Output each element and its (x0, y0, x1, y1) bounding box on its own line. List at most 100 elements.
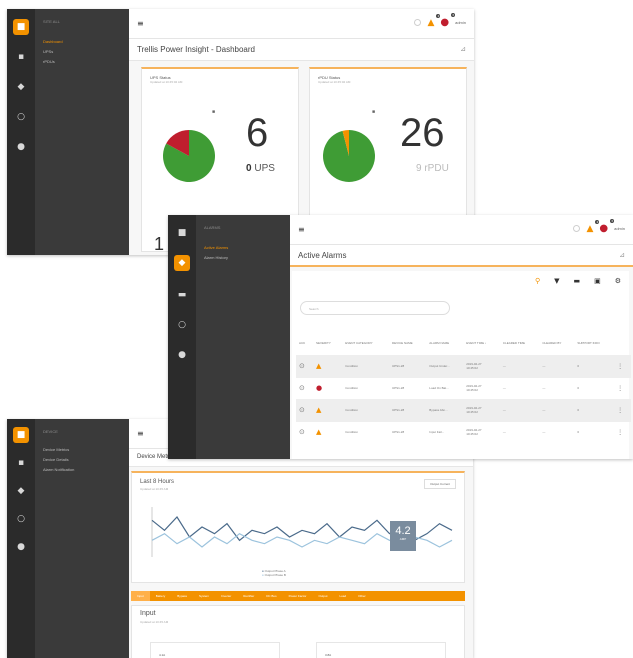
tab-power-factor[interactable]: Power Factor (283, 594, 313, 598)
tab-rectifier[interactable]: Rectifier (237, 594, 260, 598)
column-header[interactable]: SUPPORT INFO (574, 331, 614, 355)
hamburger-icon[interactable]: ≡ (298, 225, 305, 234)
cleared-time: — (499, 354, 540, 377)
tab-dc-bus[interactable]: DC Bus (260, 594, 282, 598)
server-icon[interactable]: ▪ (13, 455, 29, 471)
cleared-by: — (539, 398, 575, 421)
table-row[interactable]: ⊙ ▲ Condition UPS1-28 Input Fail... 2019-02-2… (296, 420, 631, 443)
row-menu-icon[interactable]: ⋮ (614, 354, 631, 377)
alarms-panel: ⚲ ▼ ▬ ▣ ⚙ Search ACK SEVERITY EVENT CATEGO… (292, 271, 631, 459)
alarm-name[interactable]: Input Fail... (426, 420, 464, 443)
ack-icon[interactable]: ⊙ (296, 420, 314, 443)
alarm-icon[interactable]: ◆ (13, 483, 29, 499)
error-count-badge: 3 (610, 219, 615, 223)
top-icons: ▲ 2 ● 3 admin (414, 13, 466, 28)
table-row[interactable]: ⊙ ● Condition UPS1-28 Load On Bat... 2019-02-… (296, 376, 631, 399)
icon-rail: ■ ▪ ◆ ○ ● (7, 419, 35, 658)
input-value-box-1: 4.1A (150, 642, 280, 658)
tab-bypass[interactable]: Bypass (171, 594, 193, 598)
event-time: 2019-02-27 10:45:02 (463, 376, 500, 399)
tab-battery[interactable]: Battery (150, 594, 172, 598)
pin-icon[interactable]: ⊿ (619, 251, 625, 259)
warning-icon[interactable]: ▲ 2 (586, 219, 600, 234)
column-header[interactable]: ALARM NAME (426, 331, 463, 355)
row-menu-icon[interactable]: ⋮ (614, 398, 631, 421)
hamburger-icon[interactable]: ≡ (137, 19, 144, 28)
server-icon[interactable]: ▬ (174, 287, 190, 303)
column-header[interactable]: CLEARED TIME (500, 331, 539, 355)
server-icon[interactable]: ▪ (13, 49, 29, 65)
sidebar-item-alarm-history[interactable]: Alarm History (204, 255, 228, 260)
table-row[interactable]: ⊙ ▲ Condition UPS1-28 Output Under... 2019-02… (296, 354, 631, 377)
ups-peek-number: 1 (154, 234, 165, 254)
tab-load[interactable]: Load (333, 594, 352, 598)
device-name: UPS1-28 (388, 354, 427, 377)
home-icon[interactable]: ■ (13, 19, 29, 35)
sidebar-item-device-details[interactable]: Device Details (43, 457, 69, 462)
tab-input[interactable]: Input (131, 591, 150, 601)
table-row[interactable]: ⊙ ▲ Condition UPS1-28 Bypass Abn... 2019-02-2… (296, 398, 631, 421)
column-header[interactable]: EVENT CATEGORY (342, 331, 389, 355)
error-icon[interactable]: ● 3 (599, 219, 615, 234)
gear-icon[interactable]: ● (174, 347, 190, 363)
settings-icon[interactable]: ⚙ (615, 277, 621, 285)
alarm-name[interactable]: Bypass Abn... (426, 398, 464, 421)
pin-icon[interactable]: ⊿ (460, 45, 466, 53)
row-menu-icon[interactable]: ⋮ (614, 376, 631, 399)
sidebar-item-rpdu[interactable]: rPDUs (43, 59, 55, 64)
column-header[interactable]: DEVICE NAME (389, 331, 426, 355)
trend-chart-card: Last 8 Hours Updated at 10:45 AM Output … (131, 471, 465, 583)
tab-output[interactable]: Output (312, 594, 333, 598)
search-icon[interactable]: ⚲ (535, 277, 540, 285)
row-menu-icon[interactable]: ⋮ (614, 420, 631, 443)
alarm-icon[interactable]: ◆ (13, 79, 29, 95)
expand-icon[interactable]: ■ (212, 109, 215, 115)
user-menu[interactable]: admin (455, 20, 466, 25)
settings-icon[interactable]: ○ (13, 109, 29, 125)
gear-icon[interactable]: ● (13, 539, 29, 555)
settings-icon[interactable]: ○ (13, 511, 29, 527)
input-title: Input (140, 610, 156, 617)
column-header[interactable]: EVENT TIME ↓ (463, 331, 500, 355)
alarm-name[interactable]: Output Under... (426, 354, 464, 377)
user-menu[interactable]: admin (614, 226, 625, 231)
home-icon[interactable]: ■ (174, 225, 190, 241)
chart-select-button[interactable]: Output Current (424, 479, 456, 489)
device-name: UPS1-28 (388, 398, 427, 421)
event-category: Condition (342, 420, 389, 443)
ack-icon[interactable]: ⊙ (296, 376, 314, 399)
top-icons: ▲ 2 ● 3 admin (573, 219, 625, 234)
ack-icon[interactable]: ⊙ (296, 398, 314, 421)
tab-inverter[interactable]: Inverter (215, 594, 237, 598)
hamburger-icon[interactable]: ≡ (137, 429, 144, 438)
columns-icon[interactable]: ▬ (573, 277, 580, 285)
sidebar-item-dashboard[interactable]: Dashboard (43, 39, 63, 44)
warning-icon[interactable]: ▲ 2 (427, 13, 441, 28)
input-value-box-2: 3.8A (316, 642, 446, 658)
legend-item-b: ● Output Phase B (262, 573, 286, 577)
sidebar-item-active-alarms[interactable]: Active Alarms (204, 245, 228, 250)
sidebar-item-device-metrics[interactable]: Device Metrics (43, 447, 69, 452)
home-icon[interactable]: ■ (13, 427, 29, 443)
search-input[interactable]: Search (300, 301, 450, 315)
input-card: Input Updated at 10:45 AM 4.1A 3.8A (131, 605, 465, 658)
column-header[interactable]: SEVERITY (313, 331, 342, 355)
expand-icon[interactable]: ■ (372, 109, 375, 115)
cleared-by: — (539, 354, 575, 377)
ack-icon[interactable]: ⊙ (296, 354, 314, 377)
tab-system[interactable]: System (193, 594, 215, 598)
column-header[interactable]: ACK (296, 331, 313, 355)
sidebar-item-ups[interactable]: UPSs (43, 49, 53, 54)
sidebar-item-alarm-notification[interactable]: Alarm Notification (43, 467, 74, 472)
export-icon[interactable]: ▣ (594, 277, 601, 285)
column-header[interactable]: CLEARED BY (539, 331, 574, 355)
alarm-icon[interactable]: ◆ (174, 255, 190, 271)
page-title-bar: Trellis Power Insight - Dashboard ⊿ (129, 39, 474, 61)
tab-other[interactable]: Other (352, 594, 372, 598)
error-icon[interactable]: ● 3 (440, 13, 456, 28)
gear-icon[interactable]: ● (13, 139, 29, 155)
filter-icon[interactable]: ▼ (554, 277, 559, 285)
settings-icon[interactable]: ○ (174, 317, 190, 333)
alarm-name[interactable]: Load On Bat... (426, 376, 464, 399)
table-header-row: ACK SEVERITY EVENT CATEGORY DEVICE NAME ALAR… (296, 331, 631, 355)
